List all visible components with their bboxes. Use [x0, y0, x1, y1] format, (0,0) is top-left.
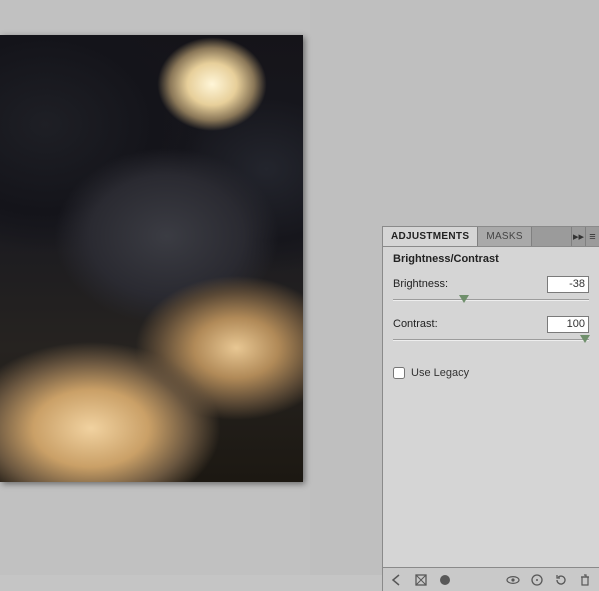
brightness-control: Brightness: [383, 269, 599, 309]
document-image[interactable] [0, 35, 303, 482]
collapse-icon[interactable]: ▸▸ [571, 227, 585, 246]
contrast-input[interactable] [547, 316, 589, 333]
tab-adjustments[interactable]: ADJUSTMENTS [383, 227, 478, 246]
expand-icon[interactable] [413, 572, 429, 588]
use-legacy-checkbox[interactable] [393, 367, 405, 379]
eye-icon[interactable] [505, 572, 521, 588]
brightness-thumb[interactable] [459, 295, 469, 303]
use-legacy-row: Use Legacy [383, 349, 599, 379]
back-arrow-icon[interactable] [389, 572, 405, 588]
panel-footer [383, 567, 599, 591]
panel-title: Brightness/Contrast [383, 247, 599, 269]
trash-icon[interactable] [577, 572, 593, 588]
brightness-slider[interactable] [393, 295, 589, 307]
adjustments-panel: ADJUSTMENTS MASKS ▸▸ ≡ Brightness/Contra… [382, 226, 599, 591]
contrast-control: Contrast: [383, 309, 599, 349]
panel-tab-bar: ADJUSTMENTS MASKS ▸▸ ≡ [383, 227, 599, 247]
use-legacy-label: Use Legacy [411, 367, 469, 379]
reset-icon[interactable] [553, 572, 569, 588]
brightness-input[interactable] [547, 276, 589, 293]
canvas-area [0, 0, 310, 575]
clip-icon[interactable] [529, 572, 545, 588]
mask-icon[interactable] [437, 572, 453, 588]
brightness-label: Brightness: [393, 278, 448, 290]
contrast-slider[interactable] [393, 335, 589, 347]
contrast-thumb[interactable] [580, 335, 590, 343]
panel-menu-icon[interactable]: ≡ [585, 227, 599, 246]
tab-masks[interactable]: MASKS [478, 227, 532, 246]
contrast-label: Contrast: [393, 318, 438, 330]
image-content [0, 35, 303, 482]
